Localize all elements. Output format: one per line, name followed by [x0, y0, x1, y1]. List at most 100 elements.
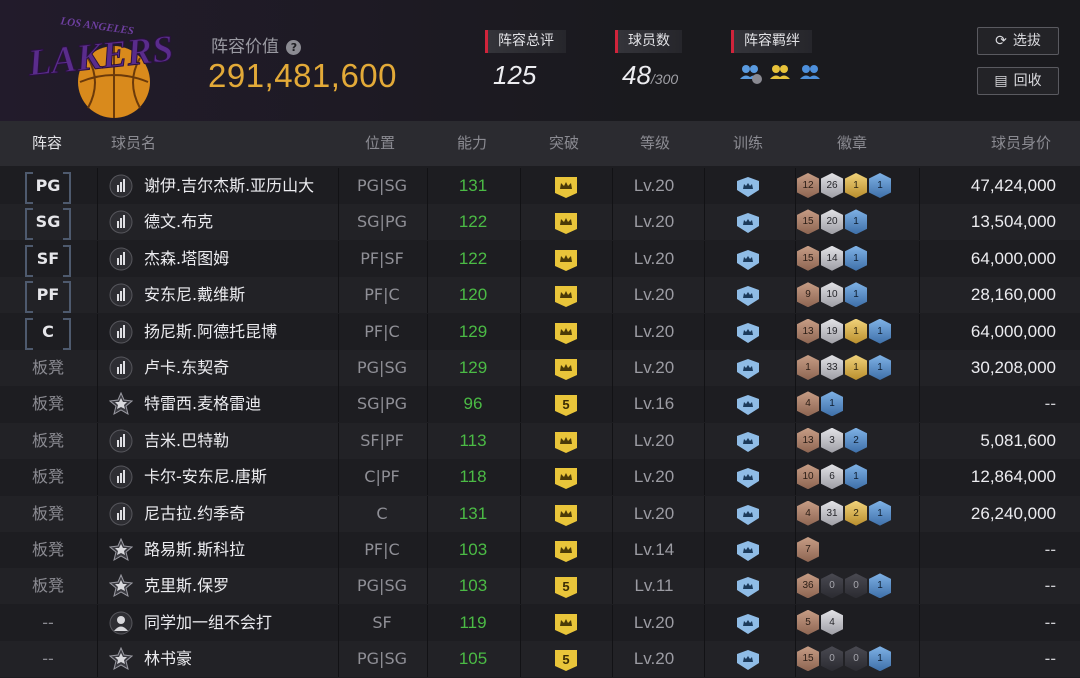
table-row[interactable]: 板凳 吉米.巴特勒 SF|PF 113 Lv.20 13 3 2 5,081,600: [0, 422, 1080, 459]
player-level: Lv.20: [633, 358, 675, 377]
lineup-slot[interactable]: --: [25, 609, 71, 637]
column-divider: [338, 532, 339, 568]
player-badges[interactable]: 15 0 0 1: [797, 646, 891, 672]
player-name[interactable]: 杰森.塔图姆: [144, 241, 229, 277]
col-ability[interactable]: 能力: [457, 121, 487, 166]
player-name[interactable]: 谢伊.吉尔杰斯.亚历山大: [144, 168, 314, 204]
training-icon[interactable]: [735, 613, 761, 635]
player-badges[interactable]: 10 6 1: [797, 464, 867, 490]
player-name[interactable]: 尼古拉.约季奇: [144, 496, 245, 532]
col-lineup[interactable]: 阵容: [32, 121, 62, 166]
col-level[interactable]: 等级: [640, 121, 670, 166]
column-divider: [704, 422, 705, 459]
player-name[interactable]: 卡尔-安东尼.唐斯: [144, 459, 267, 495]
player-level: Lv.20: [633, 430, 675, 450]
player-ability: 131: [458, 503, 488, 523]
lineup-slot[interactable]: SG: [25, 208, 71, 241]
table-row[interactable]: PG 谢伊.吉尔杰斯.亚历山大 PG|SG 131 Lv.20 12 26 1 1 4…: [0, 168, 1080, 204]
team-bond-icon-blue-2[interactable]: [798, 63, 824, 85]
lineup-slot[interactable]: --: [25, 645, 71, 673]
player-name[interactable]: 吉米.巴特勒: [144, 423, 229, 459]
training-icon[interactable]: [735, 285, 761, 307]
table-row[interactable]: C 扬尼斯.阿德托昆博 PF|C 129 Lv.20 13 19 1 1 64,000…: [0, 313, 1080, 350]
player-level: Lv.16: [633, 394, 675, 414]
player-badges[interactable]: 13 3 2: [797, 427, 867, 453]
player-badges[interactable]: 9 10 1: [797, 282, 867, 308]
col-player-name[interactable]: 球员名: [111, 121, 156, 166]
badge-bronze: 36: [797, 573, 819, 599]
recycle-button[interactable]: ▤ 回收: [977, 67, 1059, 95]
team-bond-icons[interactable]: [738, 63, 824, 85]
player-badges[interactable]: 13 19 1 1: [797, 318, 891, 344]
lineup-slot[interactable]: 板凳: [25, 390, 71, 418]
table-row[interactable]: -- 同学加一组不会打 SF 119 Lv.20 54 --: [0, 604, 1080, 641]
player-badges[interactable]: 1 33 1 1: [797, 355, 891, 380]
draft-button[interactable]: ⟳ 选拔: [977, 27, 1059, 55]
player-badges[interactable]: 15 20 1: [797, 209, 867, 235]
question-circle-icon[interactable]: ?: [286, 40, 302, 55]
col-training[interactable]: 训练: [733, 121, 763, 166]
table-row[interactable]: 板凳 特雷西.麦格雷迪 SG|PG 96 5 Lv.16 41 --: [0, 386, 1080, 423]
player-level: Lv.20: [633, 176, 675, 195]
lineup-slot[interactable]: 板凳: [25, 354, 71, 382]
col-breakthrough[interactable]: 突破: [549, 121, 579, 166]
player-badges[interactable]: 54: [797, 609, 843, 635]
training-icon[interactable]: [735, 467, 761, 489]
player-badges[interactable]: 15 14 1: [797, 245, 867, 271]
lineup-slot[interactable]: 板凳: [25, 572, 71, 600]
table-row[interactable]: 板凳 尼古拉.约季奇 C 131 Lv.20 4 31 2 1 26,240,000: [0, 495, 1080, 532]
training-icon[interactable]: [735, 540, 761, 562]
col-badges[interactable]: 徽章: [837, 121, 867, 166]
lineup-slot[interactable]: PF: [25, 281, 71, 314]
col-salary[interactable]: 球员身价: [991, 121, 1051, 166]
player-badges[interactable]: 41: [797, 391, 843, 417]
training-icon[interactable]: [735, 176, 761, 198]
col-position[interactable]: 位置: [365, 121, 395, 166]
player-badges[interactable]: 7: [797, 537, 819, 562]
player-badges[interactable]: 36 0 0 1: [797, 573, 891, 599]
table-row[interactable]: 板凳 卢卡.东契奇 PG|SG 129 Lv.20 1 33 1 1 30,208,0…: [0, 350, 1080, 386]
table-row[interactable]: -- 林书豪 PG|SG 105 5 Lv.20 15 0 0 1 --: [0, 641, 1080, 678]
training-icon[interactable]: [735, 504, 761, 526]
lineup-slot[interactable]: C: [25, 317, 71, 350]
table-row[interactable]: SF 杰森.塔图姆 PF|SF 122 Lv.20 15 14 1 64,000,0…: [0, 240, 1080, 277]
column-divider: [795, 168, 796, 204]
training-icon[interactable]: [735, 431, 761, 453]
training-icon[interactable]: [735, 322, 761, 344]
table-row[interactable]: PF 安东尼.戴维斯 PF|C 120 Lv.20 9 10 1 28,160,00…: [0, 277, 1080, 314]
lineup-slot[interactable]: PG: [25, 172, 71, 204]
training-icon[interactable]: [735, 212, 761, 234]
player-badges[interactable]: 4 31 2 1: [797, 500, 891, 526]
column-divider: [97, 495, 98, 532]
lineup-slot[interactable]: 板凳: [25, 427, 71, 455]
player-name[interactable]: 扬尼斯.阿德托昆博: [144, 314, 277, 350]
lineup-slot[interactable]: SF: [25, 244, 71, 277]
breakthrough-crown-icon: [555, 359, 577, 380]
player-badges[interactable]: 12 26 1 1: [797, 173, 891, 198]
player-name[interactable]: 安东尼.戴维斯: [144, 277, 245, 313]
training-icon[interactable]: [735, 358, 761, 380]
player-name[interactable]: 特雷西.麦格雷迪: [144, 386, 261, 422]
badge-bronze: 4: [797, 500, 819, 526]
lineup-slot[interactable]: 板凳: [25, 536, 71, 564]
player-name[interactable]: 克里斯.保罗: [144, 568, 229, 604]
column-divider: [520, 641, 521, 678]
training-icon[interactable]: [735, 394, 761, 416]
training-icon[interactable]: [735, 249, 761, 271]
table-row[interactable]: 板凳 路易斯.斯科拉 PF|C 103 Lv.14 7 --: [0, 532, 1080, 568]
table-row[interactable]: SG 德文.布克 SG|PG 122 Lv.20 15 20 1 13,504,00…: [0, 204, 1080, 241]
table-row[interactable]: 板凳 克里斯.保罗 PG|SG 103 5 Lv.11 36 0 0 1 --: [0, 568, 1080, 605]
player-position: PG|SG: [357, 358, 407, 377]
training-icon[interactable]: [735, 576, 761, 598]
player-name[interactable]: 卢卡.东契奇: [144, 350, 229, 386]
team-bond-icon-gold[interactable]: [768, 63, 794, 85]
player-name[interactable]: 同学加一组不会打: [144, 605, 272, 641]
lineup-slot[interactable]: 板凳: [25, 463, 71, 491]
player-name[interactable]: 德文.布克: [144, 204, 213, 240]
team-bond-icon-blue[interactable]: [738, 63, 764, 85]
table-row[interactable]: 板凳 卡尔-安东尼.唐斯 C|PF 118 Lv.20 10 6 1 12,864,…: [0, 459, 1080, 496]
player-name[interactable]: 林书豪: [144, 641, 192, 677]
lineup-slot[interactable]: 板凳: [25, 500, 71, 528]
player-name[interactable]: 路易斯.斯科拉: [144, 532, 245, 568]
training-icon[interactable]: [735, 649, 761, 671]
